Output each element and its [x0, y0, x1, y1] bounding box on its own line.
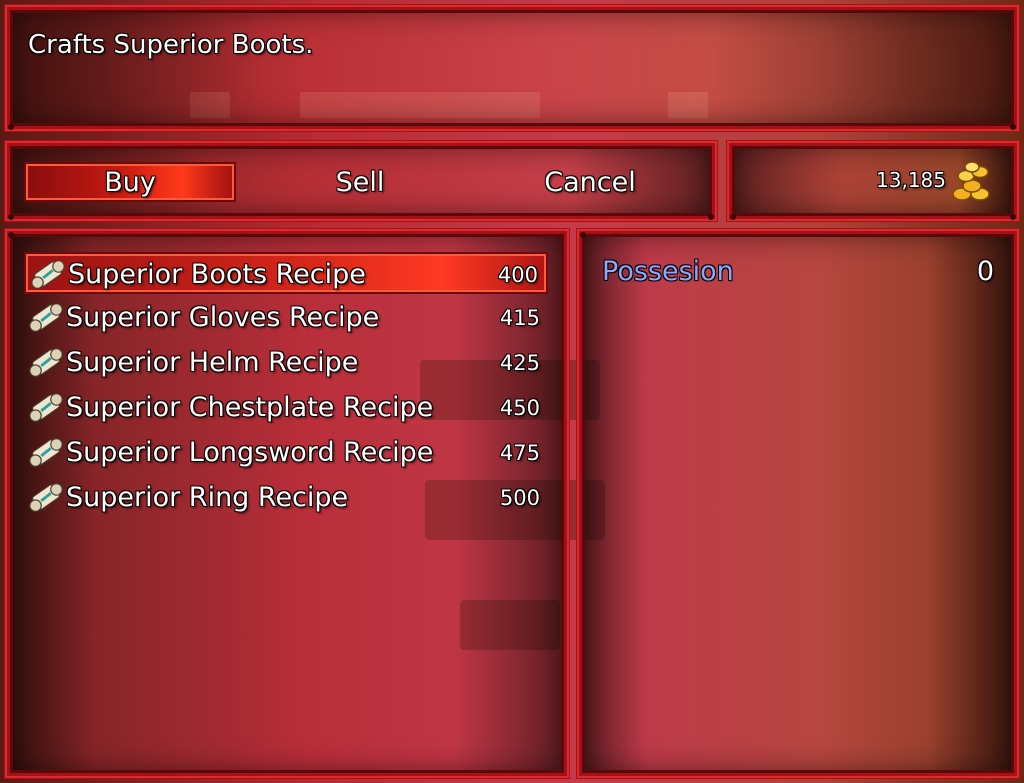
frame-rivet	[730, 214, 736, 220]
item-price: 415	[499, 306, 540, 330]
possession-label: Possesion	[602, 256, 734, 287]
item-name: Superior Helm Recipe	[66, 347, 359, 378]
scroll-icon	[29, 303, 63, 332]
item-row[interactable]: Superior Chestplate Recipe 450	[24, 387, 548, 429]
item-row[interactable]: Superior Boots Recipe 400	[24, 252, 548, 294]
item-price: 425	[499, 351, 540, 375]
sell-command[interactable]: Sell	[260, 162, 460, 204]
scroll-icon	[29, 438, 63, 467]
possession-value: 0	[976, 256, 994, 287]
item-price: 500	[499, 486, 540, 510]
scroll-icon	[29, 393, 63, 422]
item-price: 475	[499, 441, 540, 465]
scroll-icon	[29, 483, 63, 512]
item-name: Superior Longsword Recipe	[66, 437, 434, 468]
item-row[interactable]: Superior Helm Recipe 425	[24, 342, 548, 384]
frame-rivet	[708, 214, 714, 220]
scroll-icon	[29, 348, 63, 377]
frame-rivet	[1010, 214, 1016, 220]
item-name: Superior Ring Recipe	[66, 482, 349, 513]
item-name: Superior Boots Recipe	[68, 259, 366, 290]
help-text: Crafts Superior Boots.	[28, 30, 314, 60]
item-price: 450	[499, 396, 540, 420]
item-row[interactable]: Superior Gloves Recipe 415	[24, 297, 548, 339]
shop-screen: Crafts Superior Boots. Buy Sell Cancel 1…	[0, 0, 1024, 783]
scroll-icon	[31, 260, 65, 289]
buy-command[interactable]: Buy	[30, 162, 230, 204]
frame-rivet	[580, 232, 586, 238]
frame-rivet	[8, 232, 14, 238]
gold-coins-icon	[952, 161, 990, 201]
cancel-command[interactable]: Cancel	[490, 162, 690, 204]
frame-rivet	[1010, 124, 1016, 130]
gold-amount: 13,185	[876, 168, 946, 192]
frame-rivet	[8, 214, 14, 220]
item-price: 400	[497, 263, 538, 287]
item-name: Superior Gloves Recipe	[66, 302, 380, 333]
help-window	[4, 4, 1020, 132]
item-name: Superior Chestplate Recipe	[66, 392, 434, 423]
status-window	[576, 228, 1020, 779]
item-row[interactable]: Superior Longsword Recipe 475	[24, 432, 548, 474]
item-row[interactable]: Superior Ring Recipe 500	[24, 477, 548, 519]
frame-rivet	[8, 124, 14, 130]
